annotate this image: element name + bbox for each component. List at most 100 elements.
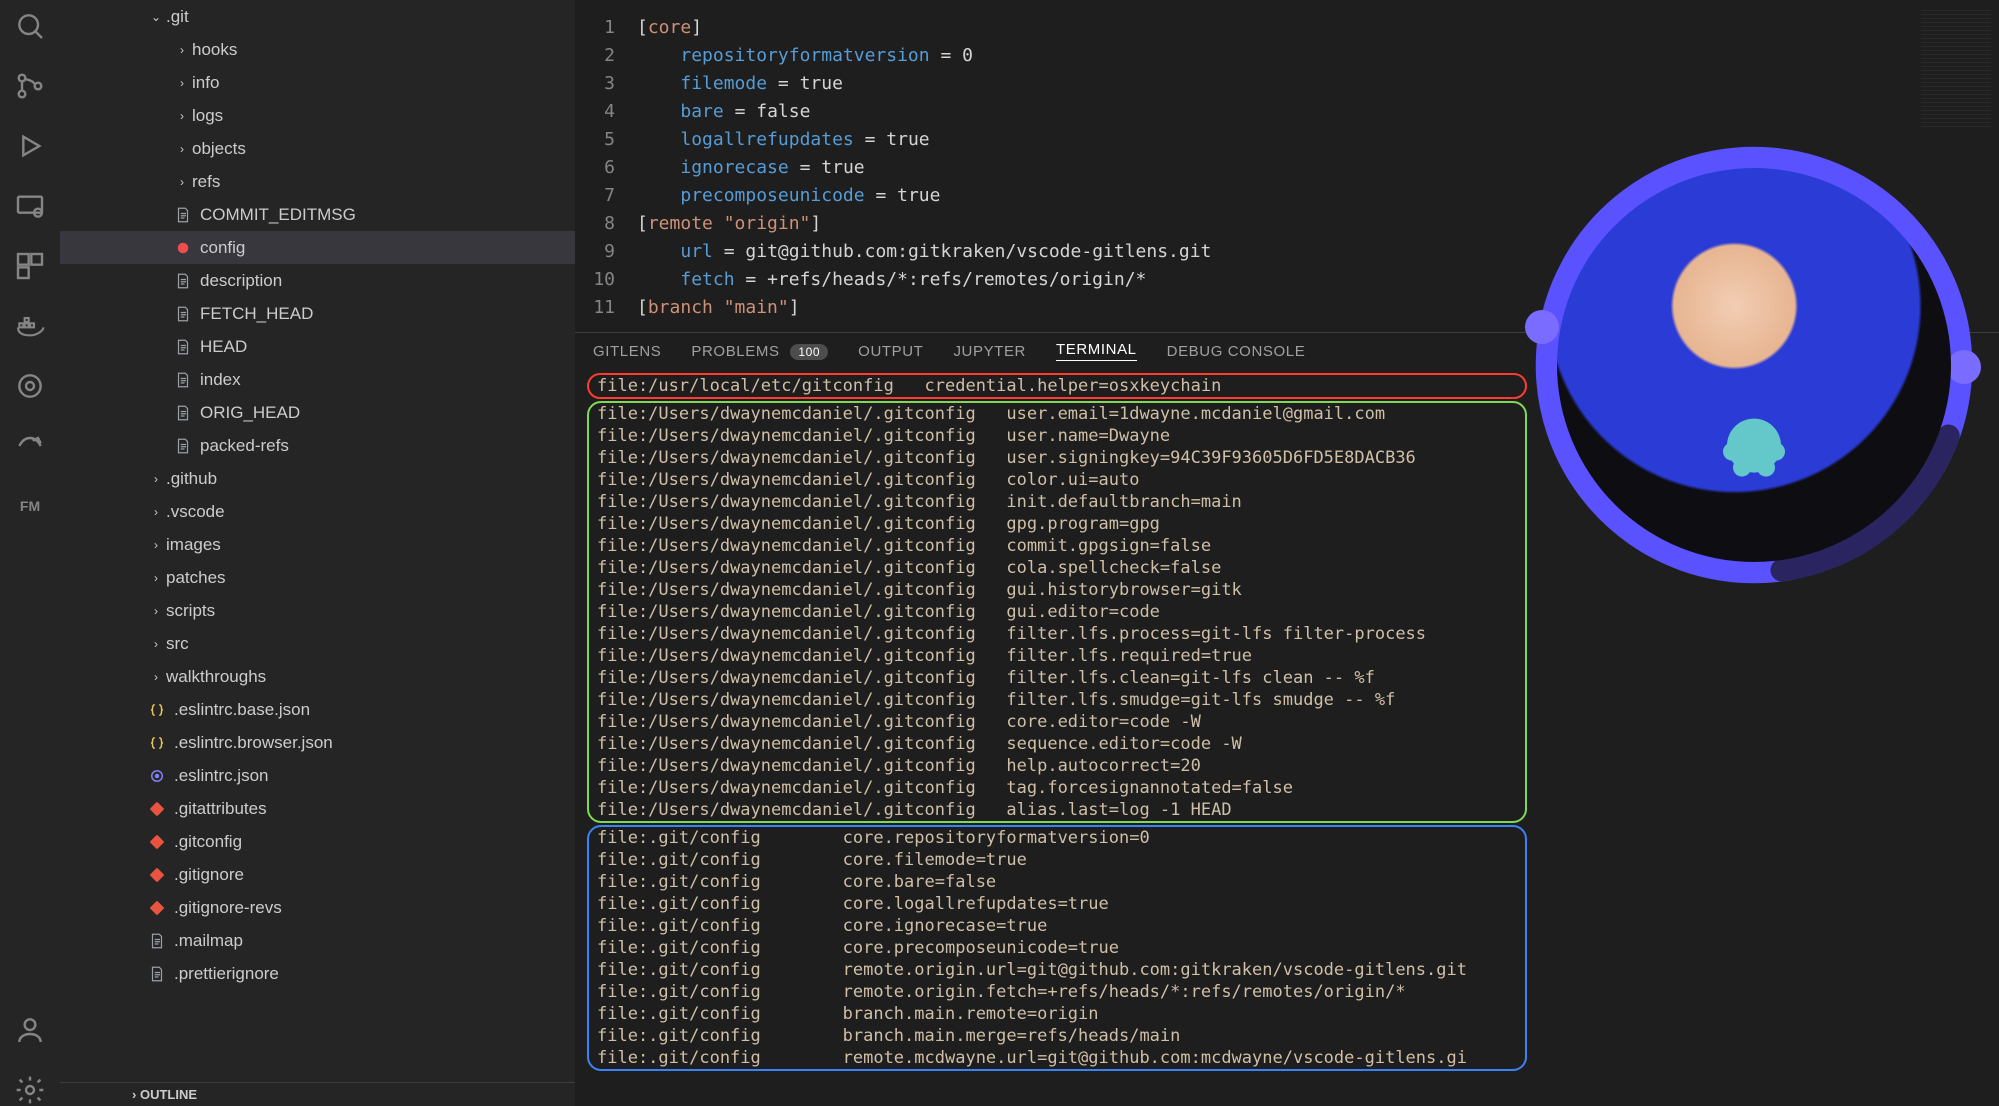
editor-line[interactable]: 2 repositoryformatversion = 0	[575, 42, 1999, 70]
chevron-right-icon: ›	[146, 505, 166, 519]
tree-item-label: scripts	[166, 601, 215, 621]
terminal-line: file:.git/config core.repositoryformatve…	[597, 827, 1517, 849]
line-code: ignorecase = true	[637, 154, 865, 182]
folder-scripts[interactable]: ›scripts	[60, 594, 575, 627]
terminal-line: file:/Users/dwaynemcdaniel/.gitconfig he…	[597, 755, 1517, 777]
file-lines-icon	[146, 965, 168, 983]
tab-output[interactable]: OUTPUT	[858, 343, 923, 360]
line-number: 8	[575, 210, 637, 238]
tree-item-label: .gitignore-revs	[174, 898, 282, 918]
tab-problems[interactable]: PROBLEMS 100	[691, 343, 828, 360]
source-control-icon[interactable]	[14, 70, 46, 102]
git-red-icon	[146, 833, 168, 851]
file--gitignore-revs[interactable]: .gitignore-revs	[60, 891, 575, 924]
extensions-icon[interactable]	[14, 250, 46, 282]
chevron-right-icon: ›	[172, 109, 192, 123]
live-share-icon[interactable]	[14, 430, 46, 462]
tree-item-label: walkthroughs	[166, 667, 266, 687]
line-number: 2	[575, 42, 637, 70]
folder-logs[interactable]: ›logs	[60, 99, 575, 132]
line-code: precomposeunicode = true	[637, 182, 940, 210]
minimap[interactable]	[1921, 10, 1991, 130]
tab-gitlens[interactable]: GITLENS	[593, 343, 661, 360]
file--gitattributes[interactable]: .gitattributes	[60, 792, 575, 825]
file-index[interactable]: index	[60, 363, 575, 396]
terminal-line: file:.git/config branch.main.remote=orig…	[597, 1003, 1517, 1025]
breadcrumbs[interactable]	[575, 0, 1999, 8]
tree-item-label: refs	[192, 172, 220, 192]
file--eslintrc-browser-json[interactable]: .eslintrc.browser.json	[60, 726, 575, 759]
folder-patches[interactable]: ›patches	[60, 561, 575, 594]
line-number: 10	[575, 266, 637, 294]
docker-icon[interactable]	[14, 310, 46, 342]
file-orig-head[interactable]: ORIG_HEAD	[60, 396, 575, 429]
chevron-right-icon: ›	[146, 538, 166, 552]
file--gitignore[interactable]: .gitignore	[60, 858, 575, 891]
file-lines-icon	[172, 272, 194, 290]
remote-explorer-icon[interactable]	[14, 190, 46, 222]
tree-item-label: .prettierignore	[174, 964, 279, 984]
tab-debug-console[interactable]: DEBUG CONSOLE	[1167, 343, 1306, 360]
tree-item-label: .vscode	[166, 502, 225, 522]
fm-icon[interactable]: FM	[14, 490, 46, 522]
eslint-icon	[146, 767, 168, 785]
line-code: url = git@github.com:gitkraken/vscode-gi…	[637, 238, 1211, 266]
folder--github[interactable]: ›.github	[60, 462, 575, 495]
tree-item-label: .eslintrc.json	[174, 766, 268, 786]
line-number: 5	[575, 126, 637, 154]
folder-src[interactable]: ›src	[60, 627, 575, 660]
file--eslintrc-json[interactable]: .eslintrc.json	[60, 759, 575, 792]
folder-objects[interactable]: ›objects	[60, 132, 575, 165]
run-debug-icon[interactable]	[14, 130, 46, 162]
file--gitconfig[interactable]: .gitconfig	[60, 825, 575, 858]
chevron-right-icon: ›	[172, 43, 192, 57]
editor-line[interactable]: 1[core]	[575, 14, 1999, 42]
terminal-line: file:/Users/dwaynemcdaniel/.gitconfig al…	[597, 799, 1517, 821]
presenter-camera	[1557, 168, 1951, 562]
line-number: 9	[575, 238, 637, 266]
folder--git[interactable]: ⌄.git	[60, 0, 575, 33]
tree-item-label: index	[200, 370, 241, 390]
file-tree: ⌄.git›hooks›info›logs›objects›refsCOMMIT…	[60, 0, 575, 1082]
chevron-right-icon: ›	[172, 175, 192, 189]
folder-hooks[interactable]: ›hooks	[60, 33, 575, 66]
folder--vscode[interactable]: ›.vscode	[60, 495, 575, 528]
outline-label: OUTLINE	[140, 1087, 197, 1102]
accounts-icon[interactable]	[14, 1014, 46, 1046]
terminal-line: file:/Users/dwaynemcdaniel/.gitconfig gp…	[597, 513, 1517, 535]
folder-info[interactable]: ›info	[60, 66, 575, 99]
outline-section[interactable]: › OUTLINE	[60, 1082, 575, 1106]
tab-jupyter[interactable]: JUPYTER	[953, 343, 1026, 360]
file-config[interactable]: config	[60, 231, 575, 264]
file-commit-editmsg[interactable]: COMMIT_EDITMSG	[60, 198, 575, 231]
tree-item-label: .git	[166, 7, 189, 27]
line-code: [remote "origin"]	[637, 210, 821, 238]
chevron-right-icon: ›	[172, 142, 192, 156]
tab-terminal[interactable]: TERMINAL	[1056, 341, 1137, 361]
editor-line[interactable]: 3 filemode = true	[575, 70, 1999, 98]
tree-item-label: .gitattributes	[174, 799, 267, 819]
settings-gear-icon[interactable]	[14, 1074, 46, 1106]
terminal-line: file:.git/config remote.mcdwayne.url=git…	[597, 1047, 1517, 1069]
terminal-line: file:/Users/dwaynemcdaniel/.gitconfig ta…	[597, 777, 1517, 799]
file--eslintrc-base-json[interactable]: .eslintrc.base.json	[60, 693, 575, 726]
tree-item-label: description	[200, 271, 282, 291]
search-icon[interactable]	[14, 10, 46, 42]
explorer-sidebar: ⌄.git›hooks›info›logs›objects›refsCOMMIT…	[60, 0, 575, 1106]
git-red-icon	[146, 899, 168, 917]
file-description[interactable]: description	[60, 264, 575, 297]
tree-item-label: objects	[192, 139, 246, 159]
file-fetch-head[interactable]: FETCH_HEAD	[60, 297, 575, 330]
editor-line[interactable]: 4 bare = false	[575, 98, 1999, 126]
webcam-overlay	[1529, 140, 1979, 590]
gitlens-icon[interactable]	[14, 370, 46, 402]
file-head[interactable]: HEAD	[60, 330, 575, 363]
tree-item-label: ORIG_HEAD	[200, 403, 300, 423]
folder-walkthroughs[interactable]: ›walkthroughs	[60, 660, 575, 693]
file-packed-refs[interactable]: packed-refs	[60, 429, 575, 462]
file--mailmap[interactable]: .mailmap	[60, 924, 575, 957]
folder-images[interactable]: ›images	[60, 528, 575, 561]
folder-refs[interactable]: ›refs	[60, 165, 575, 198]
file--prettierignore[interactable]: .prettierignore	[60, 957, 575, 990]
local-level-box: Local Level file:.git/config core.reposi…	[587, 825, 1527, 1071]
